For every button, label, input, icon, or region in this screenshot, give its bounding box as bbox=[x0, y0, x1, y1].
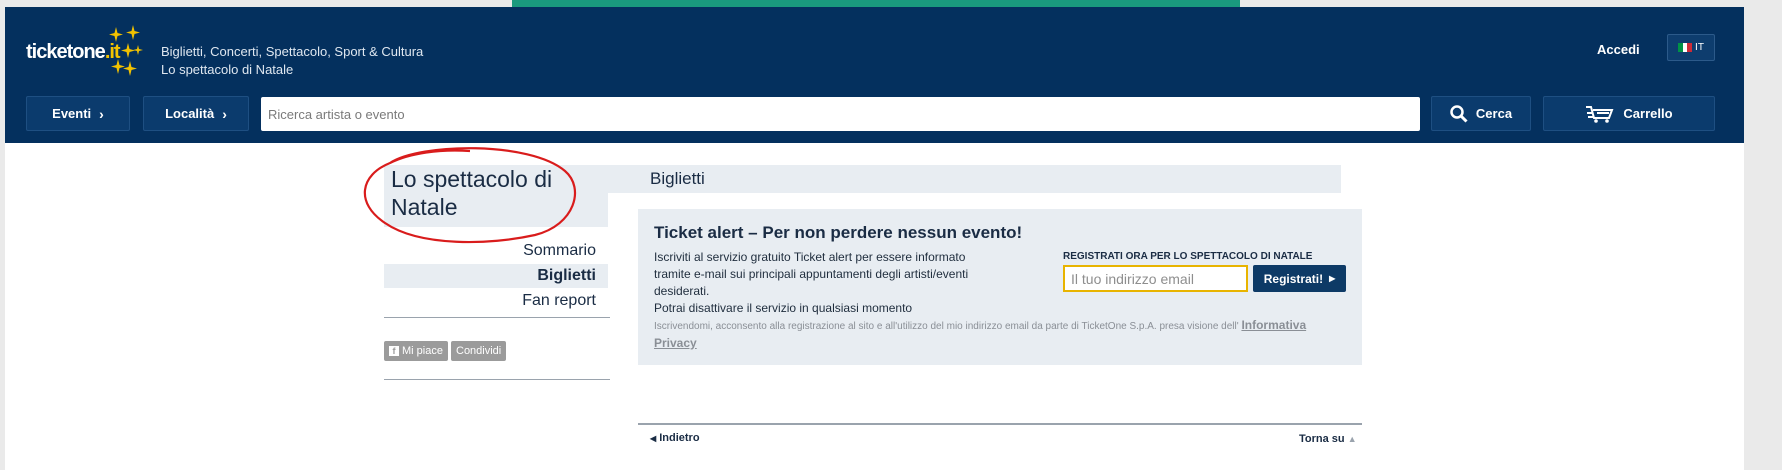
register-heading: REGISTRATI ORA PER LO SPETTACOLO DI NATA… bbox=[1063, 251, 1313, 262]
main-content: Lo spettacolo di Natale Biglietti Sommar… bbox=[5, 143, 1744, 470]
search-button-label: Cerca bbox=[1475, 106, 1513, 121]
cart-label: Carrello bbox=[1623, 106, 1673, 121]
language-label: IT bbox=[1695, 42, 1704, 53]
privacy-disclaimer: Iscrivendomi, acconsento alla registrazi… bbox=[654, 318, 1307, 350]
share-label: Condividi bbox=[456, 345, 502, 357]
back-link[interactable]: ◀ Indietro bbox=[650, 432, 700, 444]
tagline-event: Lo spettacolo di Natale bbox=[161, 62, 294, 77]
back-label: Indietro bbox=[659, 432, 700, 444]
search-button[interactable]: Cerca bbox=[1431, 96, 1531, 131]
background-strip bbox=[512, 0, 1240, 7]
register-button[interactable]: Registrati! ▶ bbox=[1253, 265, 1346, 292]
events-label: Eventi bbox=[52, 106, 92, 121]
ticket-alert-panel: Ticket alert – Per non perdere nessun ev… bbox=[638, 209, 1362, 365]
chevron-right-icon: › bbox=[99, 105, 104, 122]
site-header: ticketone.it Biglietti, Concerti, Spetta… bbox=[5, 7, 1744, 143]
search-icon bbox=[1450, 104, 1468, 123]
like-label: Mi piace bbox=[402, 345, 443, 357]
header-tagline: Biglietti, Concerti, Spettacolo, Sport &… bbox=[161, 43, 423, 79]
login-link[interactable]: Accedi bbox=[1597, 42, 1640, 57]
events-menu-button[interactable]: Eventi › bbox=[26, 96, 130, 131]
ticketone-logo[interactable]: ticketone.it bbox=[26, 23, 146, 83]
chevron-right-icon: › bbox=[222, 105, 227, 122]
tagline-main: Biglietti, Concerti, Spettacolo, Sport &… bbox=[161, 44, 424, 59]
locations-label: Località bbox=[165, 106, 215, 121]
sidebar-item-fan-report[interactable]: Fan report bbox=[384, 289, 608, 313]
email-field[interactable] bbox=[1063, 265, 1248, 292]
italy-flag-icon bbox=[1678, 43, 1693, 52]
facebook-icon: f bbox=[389, 346, 399, 356]
sidebar-divider bbox=[384, 379, 610, 380]
cart-icon bbox=[1586, 105, 1614, 123]
language-selector[interactable]: IT bbox=[1667, 34, 1715, 61]
register-button-label: Registrati! bbox=[1263, 271, 1324, 286]
locations-menu-button[interactable]: Località › bbox=[143, 96, 249, 131]
sidebar-divider bbox=[384, 317, 610, 318]
tab-biglietti[interactable]: Biglietti bbox=[650, 169, 705, 189]
caret-up-icon: ▲ bbox=[1347, 434, 1357, 444]
ticket-alert-description: Iscriviti al servizio gratuito Ticket al… bbox=[654, 250, 969, 315]
content-divider bbox=[638, 423, 1362, 425]
ticket-alert-title: Ticket alert – Per non perdere nessun ev… bbox=[654, 223, 1023, 242]
page: ticketone.it Biglietti, Concerti, Spetta… bbox=[5, 7, 1744, 470]
search-input[interactable] bbox=[261, 97, 1420, 131]
caret-left-icon: ◀ bbox=[650, 434, 657, 443]
cart-button[interactable]: Carrello bbox=[1543, 96, 1715, 131]
back-to-top-label: Torna su bbox=[1299, 433, 1345, 445]
stars-icon bbox=[109, 25, 143, 76]
like-button[interactable]: f Mi piace bbox=[384, 341, 448, 361]
section-tab-bar bbox=[608, 165, 1341, 193]
sidebar-item-biglietti[interactable]: Biglietti bbox=[384, 264, 608, 288]
page-title: Lo spettacolo di Natale bbox=[391, 166, 553, 220]
share-button[interactable]: Condividi bbox=[451, 341, 507, 361]
sidebar-item-sommario[interactable]: Sommario bbox=[384, 239, 608, 263]
caret-right-icon: ▶ bbox=[1329, 274, 1336, 283]
back-to-top-link[interactable]: Torna su ▲ bbox=[1299, 433, 1357, 445]
